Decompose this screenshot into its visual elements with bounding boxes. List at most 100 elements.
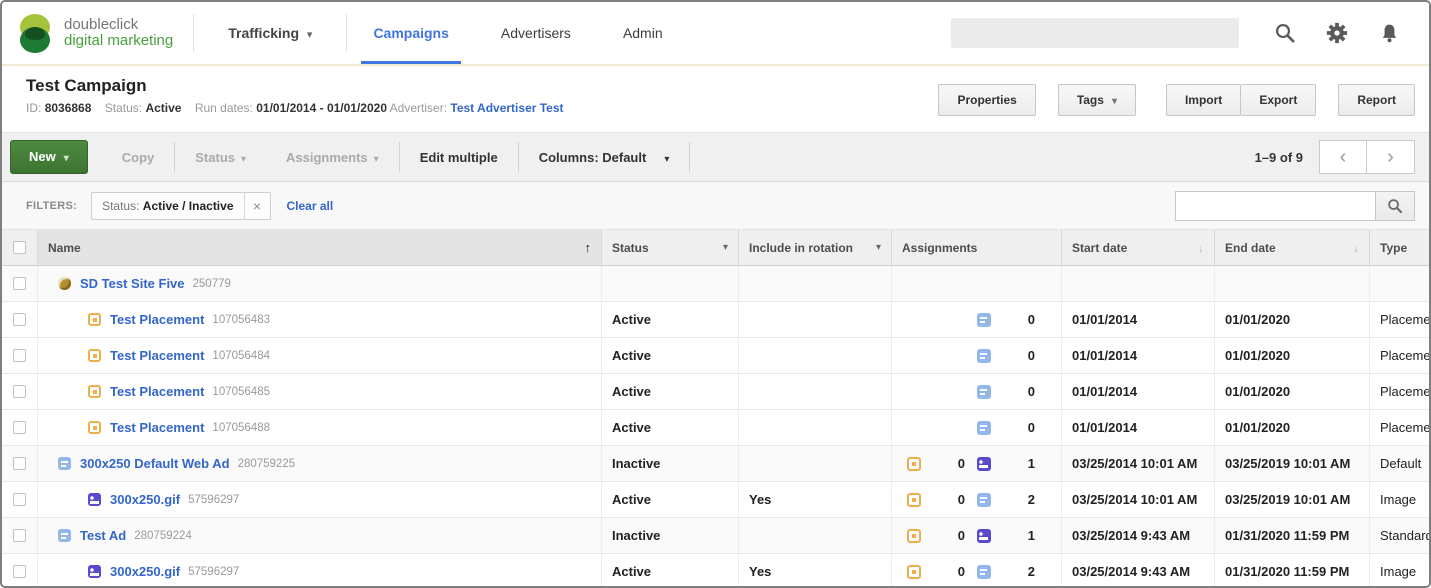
column-header-start-date[interactable]: Start date ↓ [1062, 230, 1215, 265]
end-date-cell: 01/31/2020 11:59 PM [1215, 554, 1370, 588]
assignments-cell: 0 2 [892, 554, 1062, 588]
item-name-link[interactable]: Test Placement [110, 312, 204, 327]
row-checkbox[interactable] [13, 493, 26, 506]
row-checkbox[interactable] [13, 457, 26, 470]
export-button[interactable]: Export [1241, 84, 1316, 116]
table-row-creative: 300x250.gif 57596297 Active Yes 0 2 03/2… [2, 482, 1429, 518]
table-search-input[interactable] [1175, 191, 1375, 221]
assignment-count: 0 [1005, 348, 1035, 363]
status-cell: Inactive [602, 446, 739, 481]
row-checkbox[interactable] [13, 565, 26, 578]
item-name-link[interactable]: Test Ad [80, 528, 126, 543]
tab-advertisers[interactable]: Advertisers [475, 2, 597, 64]
import-button[interactable]: Import [1166, 84, 1241, 116]
start-date-cell: 03/25/2014 9:43 AM [1062, 518, 1215, 553]
type-cell: Image [1370, 554, 1429, 588]
new-button[interactable]: New▾ [10, 140, 88, 174]
rotation-cell [739, 374, 892, 409]
creative-assignments-icon [977, 529, 991, 543]
column-header-rotation[interactable]: Include in rotation ▾ [739, 230, 892, 265]
start-date-cell: 01/01/2014 [1062, 410, 1215, 445]
ad-assignments-icon [977, 421, 991, 435]
creative-assignments-icon [977, 457, 991, 471]
table-row-placement: Test Placement 107056483 Active 0 01/01/… [2, 302, 1429, 338]
row-checkbox[interactable] [13, 313, 26, 326]
filters-bar: FILTERS: Status: Active / Inactive × Cle… [2, 182, 1429, 230]
item-name-link[interactable]: 300x250.gif [110, 492, 180, 507]
placement-assignments-icon [907, 457, 921, 471]
item-name-link[interactable]: Test Placement [110, 420, 204, 435]
end-date-cell: 01/01/2020 [1215, 302, 1370, 337]
item-name-link[interactable]: Test Placement [110, 384, 204, 399]
assignment-count: 0 [1005, 312, 1035, 327]
prev-page-button[interactable]: ‹ [1319, 140, 1367, 174]
copy-button[interactable]: Copy [102, 150, 175, 165]
assignments-dropdown[interactable]: Assignments▾ [266, 150, 399, 165]
assignment-count: 1 [1005, 528, 1035, 543]
type-cell: Placement [1370, 302, 1429, 337]
ad-assignments-icon [977, 349, 991, 363]
column-header-type[interactable]: Type [1370, 230, 1429, 265]
column-header-end-date[interactable]: End date ↓ [1215, 230, 1370, 265]
assignment-count: 0 [935, 528, 965, 543]
ad-icon [58, 529, 71, 542]
search-icon[interactable] [1259, 13, 1311, 53]
columns-dropdown[interactable]: Columns: Default▾ [519, 150, 690, 165]
row-checkbox[interactable] [13, 421, 26, 434]
placement-assignments-icon [907, 529, 921, 543]
assignments-cell: 0 1 [892, 518, 1062, 553]
filters-label: FILTERS: [26, 200, 77, 212]
start-date-cell: 03/25/2014 10:01 AM [1062, 482, 1215, 517]
pagination-range: 1–9 of 9 [1255, 150, 1303, 165]
type-cell: Placement [1370, 338, 1429, 373]
rotation-cell: Yes [739, 554, 892, 588]
end-date-cell [1215, 266, 1370, 301]
status-dropdown[interactable]: Status▾ [175, 150, 266, 165]
tags-button[interactable]: Tags▾ [1058, 84, 1136, 116]
table-row-placement: Test Placement 107056484 Active 0 01/01/… [2, 338, 1429, 374]
select-all-checkbox[interactable] [13, 241, 26, 254]
site-icon [58, 277, 71, 290]
type-cell: Placement [1370, 374, 1429, 409]
item-name-link[interactable]: 300x250.gif [110, 564, 180, 579]
chevron-down-icon: ▾ [374, 154, 379, 165]
table-search-button[interactable] [1375, 191, 1415, 221]
table-row-creative: 300x250.gif 57596297 Active Yes 0 2 03/2… [2, 554, 1429, 588]
sort-icon: ↓ [1198, 241, 1204, 255]
properties-button[interactable]: Properties [938, 84, 1035, 116]
app-window: doubleclick digital marketing Traffickin… [0, 0, 1431, 588]
actions-toolbar: New▾ Copy Status▾ Assignments▾ Edit mult… [2, 132, 1429, 182]
assignments-cell: 0 [892, 302, 1062, 337]
nav-trafficking-dropdown[interactable]: Trafficking ▾ [194, 25, 346, 41]
edit-multiple-button[interactable]: Edit multiple [400, 150, 518, 165]
column-header-status[interactable]: Status ▾ [602, 230, 739, 265]
advertiser-link[interactable]: Test Advertiser Test [450, 101, 563, 115]
item-name-link[interactable]: 300x250 Default Web Ad [80, 456, 230, 471]
rotation-cell [739, 338, 892, 373]
column-header-name[interactable]: Name ↑ [38, 230, 602, 265]
row-checkbox[interactable] [13, 277, 26, 290]
status-cell: Active [602, 374, 739, 409]
report-button[interactable]: Report [1338, 84, 1415, 116]
row-checkbox[interactable] [13, 349, 26, 362]
doubleclick-logo[interactable]: doubleclick digital marketing [2, 11, 193, 55]
item-id: 250779 [193, 278, 231, 290]
campaign-run-dates: 01/01/2014 - 01/01/2020 [256, 101, 387, 115]
chevron-down-icon: ▾ [664, 154, 669, 165]
row-checkbox[interactable] [13, 385, 26, 398]
type-cell: Image [1370, 482, 1429, 517]
bell-icon[interactable] [1363, 13, 1415, 53]
tab-admin[interactable]: Admin [597, 2, 689, 64]
clear-all-link[interactable]: Clear all [287, 199, 334, 213]
item-id: 57596297 [188, 494, 239, 506]
row-checkbox[interactable] [13, 529, 26, 542]
item-name-link[interactable]: Test Placement [110, 348, 204, 363]
table-row-site: SD Test Site Five 250779 [2, 266, 1429, 302]
next-page-button[interactable]: › [1367, 140, 1415, 174]
remove-filter-icon[interactable]: × [244, 193, 270, 219]
tab-campaigns[interactable]: Campaigns [347, 2, 474, 64]
column-header-assignments[interactable]: Assignments [892, 230, 1062, 265]
item-name-link[interactable]: SD Test Site Five [80, 276, 185, 291]
gear-icon[interactable] [1311, 13, 1363, 53]
placement-icon [88, 349, 101, 362]
